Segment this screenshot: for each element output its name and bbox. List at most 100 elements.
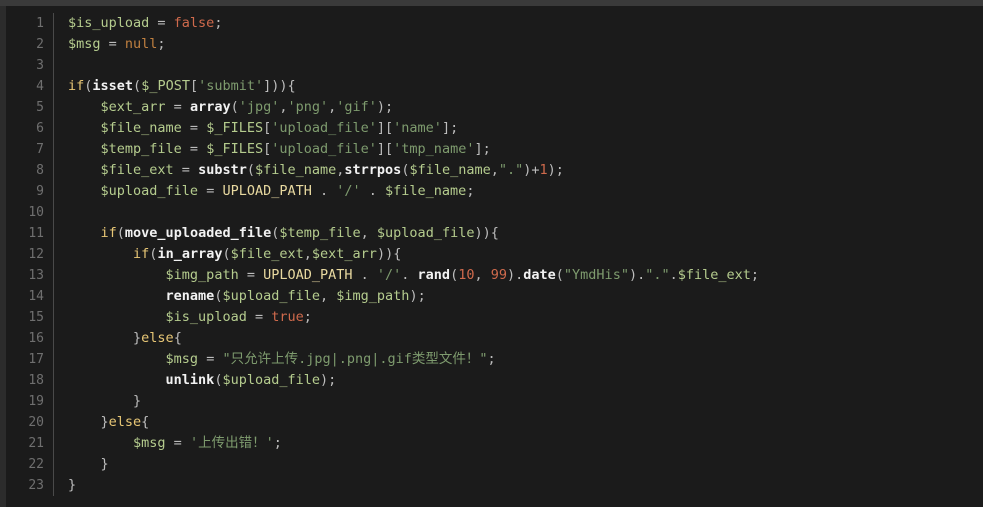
code-line[interactable]: 5 $ext_arr = array('jpg','png','gif'); xyxy=(6,97,983,118)
code-line-text[interactable]: $msg = null; xyxy=(54,34,983,55)
code-token: = xyxy=(181,120,207,136)
code-line-text[interactable]: } xyxy=(54,391,983,412)
code-token: $upload_file xyxy=(376,225,475,241)
code-line-text[interactable]: } xyxy=(54,475,983,496)
code-line-text[interactable]: $upload_file = UPLOAD_PATH . '/' . $file… xyxy=(54,181,983,202)
code-line[interactable]: 3 xyxy=(6,55,983,76)
code-token: ); xyxy=(376,99,394,115)
code-line[interactable]: 15 $is_upload = true; xyxy=(6,307,983,328)
code-token: 'submit' xyxy=(198,78,264,94)
code-token: } xyxy=(100,456,109,472)
code-token: null xyxy=(124,36,158,52)
code-line-text[interactable]: $msg = "只允许上传.jpg|.png|.gif类型文件！"; xyxy=(54,349,983,370)
code-line[interactable]: 1 $is_upload = false; xyxy=(6,13,983,34)
code-token: $file_name xyxy=(254,162,337,178)
code-token: . xyxy=(360,183,386,199)
code-token: $upload_file xyxy=(222,372,321,388)
code-token: , xyxy=(474,267,491,283)
code-line-text[interactable]: $ext_arr = array('jpg','png','gif'); xyxy=(54,97,983,118)
code-token: $temp_file xyxy=(279,225,361,241)
code-line[interactable]: 22 } xyxy=(6,454,983,475)
code-token: '/' xyxy=(376,267,402,283)
code-token: 'png' xyxy=(287,99,329,115)
code-line[interactable]: 21 $msg = '上传出错！'; xyxy=(6,433,983,454)
code-line-text[interactable]: $msg = '上传出错！'; xyxy=(54,433,983,454)
code-token: )){ xyxy=(376,246,402,262)
code-token: ])){ xyxy=(263,78,296,94)
code-line[interactable]: 23} xyxy=(6,475,983,496)
code-line[interactable]: 18 unlink($upload_file); xyxy=(6,370,983,391)
code-line-text[interactable]: $file_name = $_FILES['upload_file']['nam… xyxy=(54,118,983,139)
code-token: . xyxy=(669,267,678,283)
code-token: 1 xyxy=(539,162,548,178)
code-line[interactable]: 7 $temp_file = $_FILES['upload_file']['t… xyxy=(6,139,983,160)
code-line[interactable]: 12 if(in_array($file_ext,$ext_arr)){ xyxy=(6,244,983,265)
line-number: 1 xyxy=(36,16,44,31)
code-line[interactable]: 6 $file_name = $_FILES['upload_file']['n… xyxy=(6,118,983,139)
code-viewer[interactable]: 1 $is_upload = false; 2 $msg = null; 3 4 if(i… xyxy=(0,0,983,507)
code-line-text[interactable]: if(isset($_POST['submit'])){ xyxy=(54,76,983,97)
code-line-text[interactable] xyxy=(54,55,983,76)
code-line[interactable]: 4 if(isset($_POST['submit'])){ xyxy=(6,76,983,97)
line-number: 14 xyxy=(28,289,44,304)
code-scroll-area[interactable]: 1 $is_upload = false; 2 $msg = null; 3 4 if(i… xyxy=(6,6,983,507)
code-line[interactable]: 14 rename($upload_file, $img_path); xyxy=(6,286,983,307)
code-line-text[interactable]: }else{ xyxy=(54,328,983,349)
code-line[interactable]: 19 } xyxy=(6,391,983,412)
code-token: $msg xyxy=(68,36,101,52)
code-line-text[interactable]: $temp_file = $_FILES['upload_file']['tmp… xyxy=(54,139,983,160)
code-token: $temp_file xyxy=(100,141,182,157)
code-line[interactable]: 16 }else{ xyxy=(6,328,983,349)
code-token: unlink xyxy=(165,372,215,388)
code-token: , xyxy=(303,246,312,262)
code-line[interactable]: 2 $msg = null; xyxy=(6,34,983,55)
code-token: "." xyxy=(498,162,524,178)
code-line-text[interactable]: unlink($upload_file); xyxy=(54,370,983,391)
line-number: 11 xyxy=(28,226,44,241)
code-token: $file_name xyxy=(409,162,491,178)
code-token: rand xyxy=(417,267,451,283)
code-token: ; xyxy=(157,36,166,52)
code-line[interactable]: 13 $img_path = UPLOAD_PATH . '/'. rand(1… xyxy=(6,265,983,286)
code-line[interactable]: 9 $upload_file = UPLOAD_PATH . '/' . $fi… xyxy=(6,181,983,202)
code-token: { xyxy=(141,414,150,430)
code-line-text[interactable]: rename($upload_file, $img_path); xyxy=(54,286,983,307)
code-line[interactable]: 20 }else{ xyxy=(6,412,983,433)
code-token: } xyxy=(133,330,142,346)
code-line-text[interactable]: $is_upload = false; xyxy=(54,13,983,34)
code-line-text[interactable]: } xyxy=(54,454,983,475)
code-token: $img_path xyxy=(165,267,239,283)
code-token: else xyxy=(108,414,142,430)
code-token: 99 xyxy=(490,267,507,283)
line-number: 19 xyxy=(28,394,44,409)
code-token: = xyxy=(238,267,264,283)
code-line-text[interactable]: if(in_array($file_ext,$ext_arr)){ xyxy=(54,244,983,265)
code-token: = xyxy=(181,141,207,157)
code-line[interactable]: 8 $file_ext = substr($file_name,strrpos(… xyxy=(6,160,983,181)
code-token: $file_name xyxy=(100,120,182,136)
code-line-text[interactable] xyxy=(54,202,983,223)
code-token: $upload_file xyxy=(222,288,321,304)
code-line-text[interactable]: $img_path = UPLOAD_PATH . '/'. rand(10, … xyxy=(54,265,983,286)
code-token: $ext_arr xyxy=(100,99,166,115)
code-token: = xyxy=(165,99,190,115)
code-token: = xyxy=(149,15,174,31)
code-token: $file_ext xyxy=(677,267,751,283)
code-line-text[interactable]: $file_ext = substr($file_name,strrpos($f… xyxy=(54,160,983,181)
code-line-text[interactable]: }else{ xyxy=(54,412,983,433)
code-line-text[interactable]: $is_upload = true; xyxy=(54,307,983,328)
code-line[interactable]: 11 if(move_uploaded_file($temp_file, $up… xyxy=(6,223,983,244)
code-token: if xyxy=(100,225,117,241)
code-line[interactable]: 10 xyxy=(6,202,983,223)
code-line-text[interactable]: if(move_uploaded_file($temp_file, $uploa… xyxy=(54,223,983,244)
code-token: = xyxy=(165,435,190,451)
code-token: } xyxy=(100,414,109,430)
code-line[interactable]: 17 $msg = "只允许上传.jpg|.png|.gif类型文件！"; xyxy=(6,349,983,370)
code-token: ]; xyxy=(474,141,491,157)
code-token: 'upload_file' xyxy=(271,141,377,157)
